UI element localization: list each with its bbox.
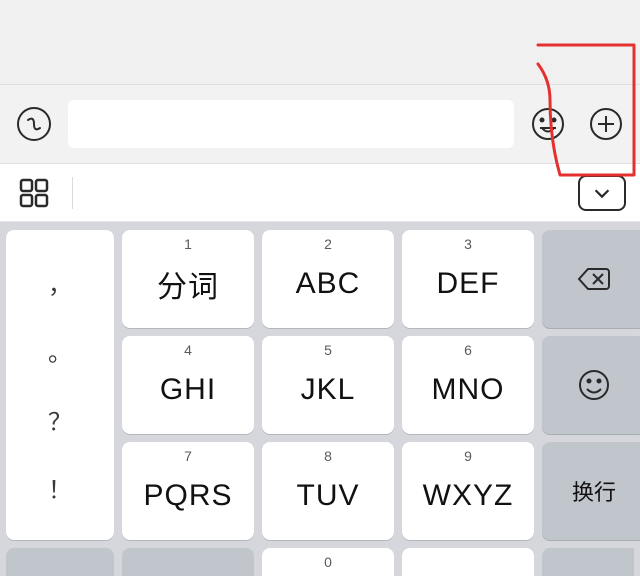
apps-grid-icon [14,173,54,213]
punct-period[interactable]: 。 [48,333,72,368]
toolbar-divider [72,177,73,209]
punct-question[interactable]: ？ [48,402,72,437]
key-6[interactable]: 6MNO [402,336,534,434]
content-area [0,0,640,84]
mode-key[interactable]: 拼 [6,548,114,576]
chevron-down-icon [591,182,613,204]
side-extra[interactable] [542,548,634,576]
emoji-key[interactable] [542,336,640,434]
voice-input-button[interactable] [10,100,58,148]
punct-comma[interactable]: ， [48,265,72,300]
key-8[interactable]: 8TUV [262,442,394,540]
enter-key[interactable]: 换行 [542,442,640,540]
globe-key[interactable] [122,548,254,576]
key-5[interactable]: 5JKL [262,336,394,434]
voice-wave-icon [14,104,54,144]
emoji-button[interactable] [524,100,572,148]
key-3[interactable]: 3DEF [402,230,534,328]
punct-exclaim[interactable]: ！ [48,470,72,505]
emoji-icon [528,104,568,144]
key-7[interactable]: 7PQRS [122,442,254,540]
punctuation-column[interactable]: ， 。 ？ ！ [6,230,114,540]
keyboard-toolbar [0,164,640,222]
collapse-keyboard-button[interactable] [578,175,626,211]
key-1[interactable]: 1分词 [122,230,254,328]
chat-input-bar [0,84,640,164]
apps-button[interactable] [14,173,54,213]
plus-button[interactable] [582,100,630,148]
delete-icon [574,259,614,299]
smile-icon [574,365,614,405]
delete-key[interactable] [542,230,640,328]
key-2[interactable]: 2ABC [262,230,394,328]
key-space[interactable] [402,548,534,576]
key-9[interactable]: 9WXYZ [402,442,534,540]
key-0[interactable]: 0空格 [262,548,394,576]
message-input[interactable] [68,100,514,148]
keyboard: ， 。 ？ ！ 1分词 2ABC 3DEF 4GHI 5JKL 6MNO 7PQ… [0,222,640,576]
plus-icon [586,104,626,144]
key-4[interactable]: 4GHI [122,336,254,434]
